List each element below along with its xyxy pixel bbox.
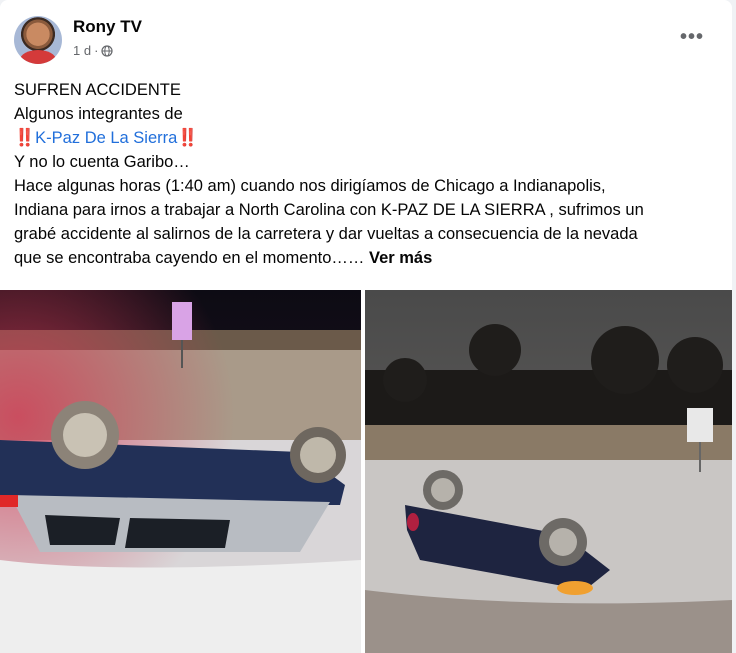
double-exclamation-icon: ‼️: [14, 128, 36, 147]
post-meta: 1 d ·: [73, 43, 114, 58]
post-text-line: Algunos integrantes de: [14, 105, 183, 123]
post-card: Rony TV 1 d · ••• SUFREN ACCIDENTE Algun…: [0, 0, 732, 653]
post-photo-left[interactable]: [0, 290, 361, 653]
avatar-shirt: [20, 50, 56, 64]
post-photo-right[interactable]: [365, 290, 732, 653]
post-text: SUFREN ACCIDENTE Algunos integrantes de …: [14, 78, 724, 270]
post-text-line: Indiana para irnos a trabajar a North Ca…: [14, 201, 644, 219]
meta-separator: ·: [94, 43, 99, 58]
post-text-line: que se encontraba cayendo en el momento……: [14, 246, 724, 270]
page-mention-link[interactable]: K-Paz De La Sierra: [35, 129, 177, 147]
see-more-link[interactable]: Ver más: [369, 249, 432, 267]
post-time[interactable]: 1 d: [73, 43, 91, 58]
globe-icon[interactable]: [101, 44, 114, 57]
author-name[interactable]: Rony TV: [73, 17, 142, 37]
post-text-line: SUFREN ACCIDENTE: [14, 81, 181, 99]
double-exclamation-icon: ‼️: [177, 128, 199, 147]
post-text-line: ‼️K-Paz De La Sierra‼️: [14, 126, 724, 150]
author-avatar[interactable]: [14, 16, 62, 64]
more-options-icon[interactable]: •••: [680, 26, 704, 49]
post-text-line: grabé accidente al salirnos de la carret…: [14, 225, 638, 243]
post-text-line: Y no lo cuenta Garibo…: [14, 153, 190, 171]
post-text-segment: que se encontraba cayendo en el momento……: [14, 249, 365, 267]
post-text-line: Hace algunas horas (1:40 am) cuando nos …: [14, 177, 606, 195]
